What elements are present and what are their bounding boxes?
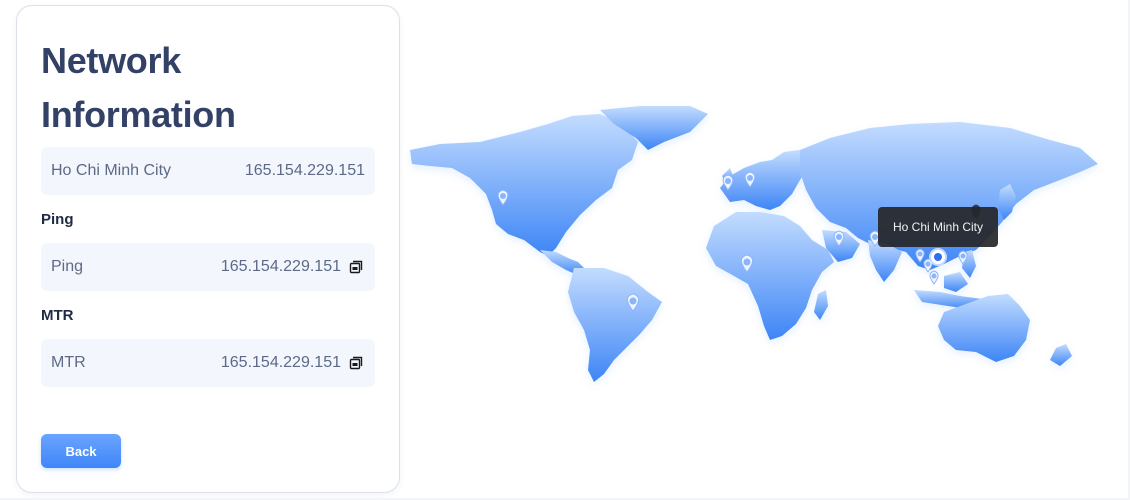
new-zealand: [1050, 344, 1072, 366]
selected-location-marker: [929, 248, 947, 266]
location-label: Ho Chi Minh City: [51, 162, 172, 179]
mtr-label: MTR: [51, 354, 86, 371]
page-title: Network Information: [41, 34, 341, 142]
borneo: [944, 272, 968, 292]
location-row: Ho Chi Minh City 165.154.229.151: [41, 147, 375, 195]
europe: [720, 150, 812, 210]
ping-row: Ping 165.154.229.151: [41, 243, 375, 291]
ping-label: Ping: [51, 258, 84, 275]
title-line-2: Information: [41, 94, 236, 135]
back-button[interactable]: Back: [41, 434, 121, 468]
world-map: [410, 106, 1098, 382]
location-tooltip: Ho Chi Minh City: [878, 207, 998, 247]
mtr-ip[interactable]: 165.154.229.151: [221, 354, 341, 372]
mtr-row: MTR 165.154.229.151: [41, 339, 375, 387]
marker-pin-icon: [929, 270, 939, 285]
africa: [706, 212, 834, 340]
ping-ip[interactable]: 165.154.229.151: [221, 258, 341, 276]
madagascar: [814, 290, 828, 320]
north-america: [410, 114, 638, 256]
location-ip[interactable]: 165.154.229.151: [245, 162, 365, 180]
title-line-1: Network: [41, 40, 181, 81]
copy-icon[interactable]: [347, 354, 365, 372]
page: Network Information Ho Chi Minh City 165…: [0, 0, 1130, 500]
south-america: [568, 268, 662, 382]
copy-icon[interactable]: [347, 258, 365, 276]
mtr-section-label: MTR: [41, 307, 74, 324]
network-info-panel: Network Information Ho Chi Minh City 165…: [16, 5, 400, 493]
ping-section-label: Ping: [41, 211, 74, 228]
